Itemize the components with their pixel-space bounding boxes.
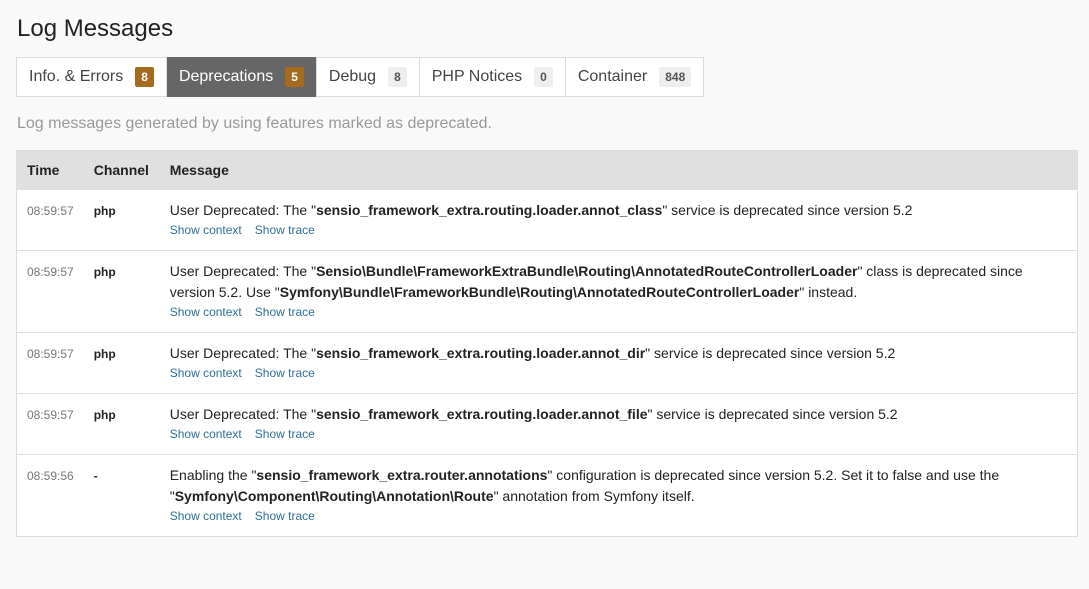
- table-row: 08:59:56 - Enabling the "sensio_framework_…: [16, 454, 1078, 537]
- show-trace-link[interactable]: Show trace: [255, 366, 315, 380]
- message-highlight: Symfony\Bundle\FrameworkBundle\Routing\A…: [279, 284, 800, 300]
- tab-count-badge: 848: [659, 67, 692, 87]
- message-highlight: sensio_framework_extra.routing.loader.an…: [316, 406, 648, 422]
- message-cell: User Deprecated: The "sensio_framework_e…: [159, 393, 1078, 455]
- message-links: Show context Show trace: [170, 508, 1067, 524]
- log-channel: php: [93, 408, 116, 422]
- show-context-link[interactable]: Show context: [170, 366, 242, 380]
- log-messages-table: Time Channel Message 08:59:57 php User Dep…: [16, 150, 1078, 537]
- log-channel: -: [93, 469, 98, 483]
- log-channel: php: [93, 347, 116, 361]
- message-text: " instead.: [799, 284, 858, 300]
- message-text: " service is deprecated since version 5.…: [647, 406, 898, 422]
- channel-cell: php: [83, 393, 160, 455]
- message-links: Show context Show trace: [170, 222, 1067, 238]
- page-title: Log Messages: [17, 15, 174, 42]
- channel-cell: php: [83, 332, 160, 394]
- message-highlight: Sensio\Bundle\FrameworkExtraBundle\Routi…: [316, 263, 858, 279]
- show-trace-link[interactable]: Show trace: [255, 427, 315, 441]
- time-cell: 08:59:57: [16, 250, 84, 333]
- log-message: Enabling the "sensio_framework_extra.rou…: [170, 465, 1067, 507]
- show-context-link[interactable]: Show context: [170, 223, 242, 237]
- tab-help-text: Log messages generated by using features…: [17, 115, 492, 132]
- column-header-channel: Channel: [83, 150, 160, 190]
- message-text: User Deprecated: The ": [169, 202, 317, 218]
- log-message: User Deprecated: The "sensio_framework_e…: [170, 404, 1067, 425]
- message-text: User Deprecated: The ": [169, 406, 317, 422]
- column-header-message: Message: [159, 150, 1078, 190]
- message-cell: User Deprecated: The "sensio_framework_e…: [159, 332, 1078, 394]
- message-links: Show context Show trace: [170, 426, 1067, 442]
- message-text: Enabling the ": [169, 467, 257, 483]
- message-highlight: Symfony\Component\Routing\Annotation\Rou…: [174, 488, 494, 504]
- time-cell: 08:59:57: [16, 189, 84, 251]
- time-cell: 08:59:56: [16, 454, 84, 537]
- log-time: 08:59:57: [27, 204, 74, 218]
- tab-label: PHP Notices: [431, 68, 523, 85]
- message-text: " service is deprecated since version 5.…: [662, 202, 913, 218]
- table-header-row: Time Channel Message: [16, 150, 1078, 190]
- log-message: User Deprecated: The "Sensio\Bundle\Fram…: [170, 261, 1067, 303]
- log-tabs: Info. & Errors 8 Deprecations 5 Debug 8 …: [16, 57, 705, 97]
- tab-deprecations[interactable]: Deprecations 5: [166, 57, 317, 97]
- tab-container[interactable]: Container 848: [566, 58, 703, 96]
- tab-debug[interactable]: Debug 8: [317, 58, 420, 96]
- show-context-link[interactable]: Show context: [170, 305, 242, 319]
- tab-count-badge: 0: [534, 67, 553, 87]
- message-links: Show context Show trace: [170, 365, 1067, 381]
- message-text: User Deprecated: The ": [169, 263, 317, 279]
- message-text: " service is deprecated since version 5.…: [645, 345, 896, 361]
- log-time: 08:59:56: [27, 469, 74, 483]
- table-row: 08:59:57 php User Deprecated: The "sensio_…: [16, 332, 1078, 394]
- channel-cell: php: [83, 189, 160, 251]
- log-rows: 08:59:57 php User Deprecated: The "sensio_…: [16, 189, 1078, 537]
- log-message: User Deprecated: The "sensio_framework_e…: [170, 200, 1067, 221]
- column-header-time: Time: [16, 150, 84, 190]
- message-text: User Deprecated: The ": [169, 345, 317, 361]
- tab-label: Debug: [328, 68, 377, 85]
- channel-cell: -: [83, 454, 160, 537]
- log-time: 08:59:57: [27, 408, 74, 422]
- log-message: User Deprecated: The "sensio_framework_e…: [170, 343, 1067, 364]
- log-time: 08:59:57: [27, 265, 74, 279]
- log-channel: php: [93, 204, 116, 218]
- message-text: " annotation from Symfony itself.: [493, 488, 695, 504]
- show-context-link[interactable]: Show context: [170, 427, 242, 441]
- message-highlight: sensio_framework_extra.routing.loader.an…: [316, 202, 663, 218]
- show-trace-link[interactable]: Show trace: [255, 223, 315, 237]
- log-channel: php: [93, 265, 116, 279]
- channel-cell: php: [83, 250, 160, 333]
- show-context-link[interactable]: Show context: [170, 509, 242, 523]
- table-row: 08:59:57 php User Deprecated: The "sensio_…: [16, 393, 1078, 455]
- tab-count-badge: 8: [388, 67, 407, 87]
- message-links: Show context Show trace: [170, 304, 1067, 320]
- message-highlight: sensio_framework_extra.router.annotation…: [256, 467, 548, 483]
- show-trace-link[interactable]: Show trace: [255, 305, 315, 319]
- tab-count-badge: 8: [135, 67, 154, 87]
- tab-php-notices[interactable]: PHP Notices 0: [420, 58, 566, 96]
- table-row: 08:59:57 php User Deprecated: The "Sensio\…: [16, 250, 1078, 333]
- table-row: 08:59:57 php User Deprecated: The "sensio_…: [16, 189, 1078, 251]
- message-cell: User Deprecated: The "Sensio\Bundle\Fram…: [159, 250, 1078, 333]
- time-cell: 08:59:57: [16, 393, 84, 455]
- tab-label: Container: [577, 68, 648, 85]
- log-time: 08:59:57: [27, 347, 74, 361]
- show-trace-link[interactable]: Show trace: [255, 509, 315, 523]
- tab-info-errors[interactable]: Info. & Errors 8: [17, 58, 167, 96]
- tab-label: Info. & Errors: [29, 68, 124, 85]
- time-cell: 08:59:57: [16, 332, 84, 394]
- message-cell: User Deprecated: The "sensio_framework_e…: [159, 189, 1078, 251]
- tab-label: Deprecations: [178, 68, 274, 85]
- tab-count-badge: 5: [285, 67, 304, 87]
- message-highlight: sensio_framework_extra.routing.loader.an…: [316, 345, 646, 361]
- message-cell: Enabling the "sensio_framework_extra.rou…: [159, 454, 1078, 537]
